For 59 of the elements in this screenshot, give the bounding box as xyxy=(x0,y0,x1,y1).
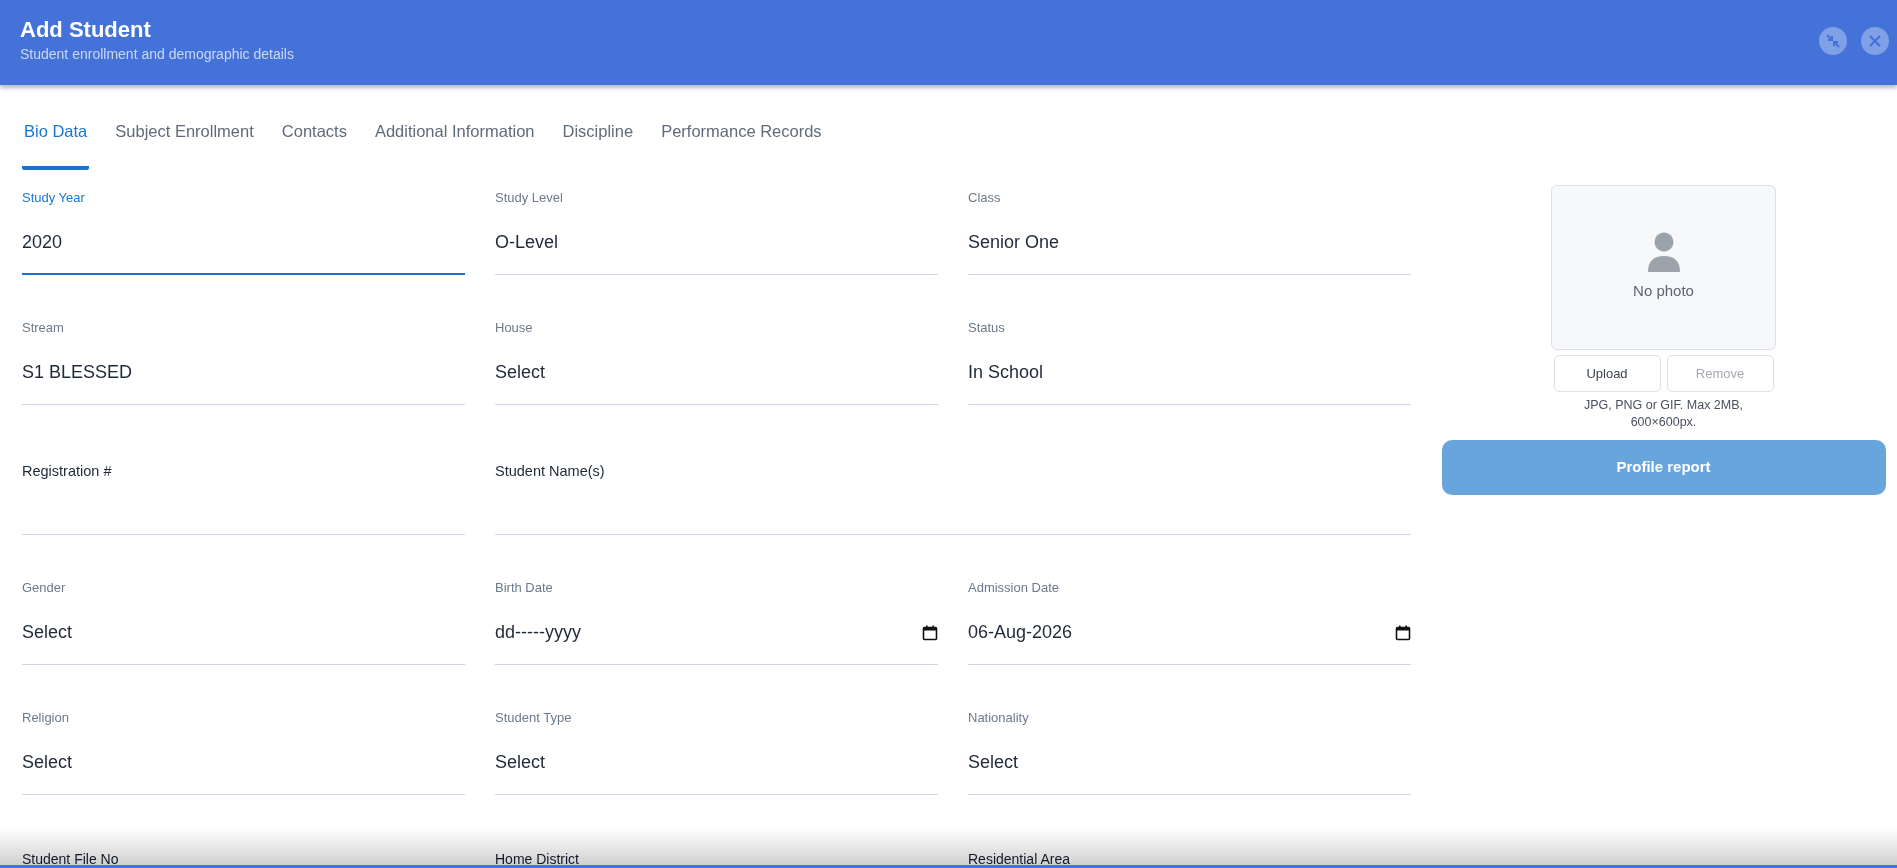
select-field[interactable]: Select xyxy=(22,601,465,665)
tab[interactable]: Additional Information xyxy=(372,112,537,170)
field-label: Religion xyxy=(22,709,69,728)
person-icon xyxy=(1646,232,1681,273)
field-label: Study Year xyxy=(22,189,85,208)
field-value: dd-----yyyy xyxy=(495,621,581,644)
tab[interactable]: Bio Data xyxy=(22,112,90,170)
select-field[interactable]: Senior One xyxy=(968,211,1411,275)
field-label: Gender xyxy=(22,579,66,598)
calendar-icon[interactable] xyxy=(1395,624,1411,641)
field-value: O-Level xyxy=(495,231,559,254)
dialog-subtitle: Student enrollment and demographic details xyxy=(20,45,294,63)
field-value: Select xyxy=(22,751,73,774)
tab[interactable]: Discipline xyxy=(560,112,636,170)
collapse-button[interactable] xyxy=(1819,27,1847,55)
field-value: 2020 xyxy=(22,230,63,254)
date-field[interactable]: 06-Aug-2026 xyxy=(968,601,1411,665)
field-label: House xyxy=(495,319,533,338)
tab[interactable]: Performance Records xyxy=(659,112,824,170)
no-photo-text: No photo xyxy=(1633,281,1694,302)
field-value: Select xyxy=(495,361,546,384)
dialog-title: Add Student xyxy=(20,16,152,44)
field-value: Select xyxy=(968,751,1019,774)
field-label: Student Name(s) xyxy=(495,462,605,482)
select-field[interactable]: 2020 xyxy=(22,211,465,275)
field-label: Student File No xyxy=(22,851,119,867)
field-label: Student Type xyxy=(495,709,572,728)
select-field[interactable]: Select xyxy=(968,731,1411,795)
field-label: Residential Area xyxy=(968,851,1070,867)
field-label: Admission Date xyxy=(968,579,1060,598)
field-label: Class xyxy=(968,189,1001,208)
date-field[interactable]: dd-----yyyy xyxy=(495,601,938,665)
tab[interactable]: Contacts xyxy=(279,112,349,170)
field-label: Birth Date xyxy=(495,579,553,598)
field-label: Registration # xyxy=(22,462,112,482)
close-button[interactable] xyxy=(1861,27,1889,55)
field-value: S1 BLESSED xyxy=(22,361,133,384)
select-field[interactable]: Select xyxy=(495,341,938,405)
photo-hint: JPG, PNG or GIF. Max 2MB, 600×600px. xyxy=(1582,397,1745,431)
tab[interactable]: Subject Enrollment xyxy=(113,112,256,170)
select-field[interactable]: Select xyxy=(495,731,938,795)
field-value: In School xyxy=(968,361,1044,384)
field-value: Select xyxy=(22,621,73,644)
select-field[interactable]: In School xyxy=(968,341,1411,405)
field-label: Study Level xyxy=(495,189,563,208)
field-label: Nationality xyxy=(968,709,1029,728)
field-label: Home District xyxy=(495,851,579,867)
calendar-icon[interactable] xyxy=(922,624,938,641)
field-label: Stream xyxy=(22,319,64,338)
field-value: Senior One xyxy=(968,231,1060,254)
field-value: 06-Aug-2026 xyxy=(968,621,1073,644)
photo-button[interactable]: Upload xyxy=(1553,355,1661,392)
select-field[interactable]: S1 BLESSED xyxy=(22,341,465,405)
close-icon xyxy=(1868,34,1882,48)
collapse-arrows-icon xyxy=(1825,33,1841,49)
select-field[interactable]: O-Level xyxy=(495,211,938,275)
field-label: Status xyxy=(968,319,1005,338)
select-field[interactable]: Select xyxy=(22,731,465,795)
field-value: Select xyxy=(495,751,546,774)
